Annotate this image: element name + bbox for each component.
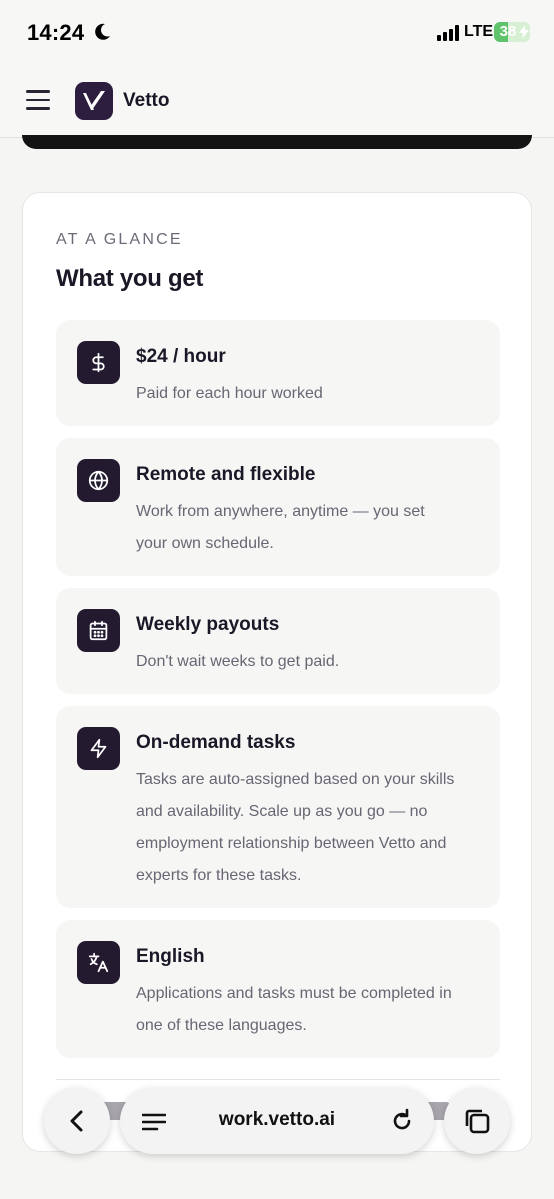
section-title: What you get — [56, 265, 204, 292]
globe-icon — [77, 459, 120, 502]
feature-description: Paid for each hour worked — [136, 378, 486, 410]
feature-item: On-demand tasks Tasks are auto-assigned … — [56, 706, 500, 908]
status-time: 14:24 — [27, 20, 85, 45]
feature-description-line: and availability. Scale up as you go — n… — [136, 803, 428, 820]
feature-description-line: Paid for each hour worked — [136, 385, 323, 402]
chevron-left-icon — [70, 1110, 83, 1132]
feature-title: Weekly payouts — [136, 614, 280, 635]
feature-title: English — [136, 946, 205, 967]
feature-description-line: Work from anywhere, anytime — you set — [136, 503, 425, 520]
tabs-button[interactable] — [444, 1088, 510, 1154]
tabs-icon — [465, 1109, 490, 1134]
status-bar: 14:24 LTE 38 — [0, 0, 554, 66]
feature-description-line: Applications and tasks must be completed… — [136, 985, 452, 1002]
at-a-glance-card: AT A GLANCE What you get $24 / hour Paid… — [22, 192, 532, 1152]
hamburger-menu-icon[interactable] — [26, 90, 50, 112]
reload-icon[interactable] — [390, 1108, 414, 1134]
lightning-icon — [77, 727, 120, 770]
feature-item: $24 / hour Paid for each hour worked — [56, 320, 500, 426]
address-bar[interactable]: work.vetto.ai — [120, 1088, 434, 1154]
network-label: LTE — [464, 23, 494, 40]
feature-description-line: experts for these tasks. — [136, 867, 302, 884]
feature-description: Work from anywhere, anytime — you set yo… — [136, 496, 486, 560]
feature-item: English Applications and tasks must be c… — [56, 920, 500, 1058]
back-button[interactable] — [44, 1088, 110, 1154]
feature-description: Applications and tasks must be completed… — [136, 978, 486, 1042]
signal-icon — [437, 25, 459, 41]
moon-icon — [95, 23, 110, 40]
feature-title: Remote and flexible — [136, 464, 316, 485]
charging-icon — [519, 25, 529, 39]
brand-name[interactable]: Vetto — [123, 90, 169, 112]
app-header: Vetto — [0, 66, 554, 138]
feature-description: Tasks are auto-assigned based on your sk… — [136, 764, 486, 892]
vetto-logo-icon[interactable] — [75, 82, 113, 120]
dollar-icon — [77, 341, 120, 384]
feature-description-line: Don't wait weeks to get paid. — [136, 653, 340, 670]
feature-title: On-demand tasks — [136, 732, 296, 753]
translate-icon — [77, 941, 120, 984]
feature-description-line: Tasks are auto-assigned based on your sk… — [136, 771, 455, 788]
feature-description-line: your own schedule. — [136, 535, 274, 552]
url-text[interactable]: work.vetto.ai — [120, 1109, 434, 1131]
browser-toolbar: work.vetto.ai — [0, 1074, 554, 1199]
feature-description-line: one of these languages. — [136, 1017, 307, 1034]
feature-description: Don't wait weeks to get paid. — [136, 646, 486, 678]
feature-item: Remote and flexible Work from anywhere, … — [56, 438, 500, 576]
calendar-icon — [77, 609, 120, 652]
section-eyebrow: AT A GLANCE — [56, 231, 183, 248]
feature-title: $24 / hour — [136, 346, 226, 367]
feature-description-line: employment relationship between Vetto an… — [136, 835, 447, 852]
battery-level: 38 — [499, 23, 517, 40]
feature-item: Weekly payouts Don't wait weeks to get p… — [56, 588, 500, 694]
previous-section-edge — [22, 135, 532, 149]
